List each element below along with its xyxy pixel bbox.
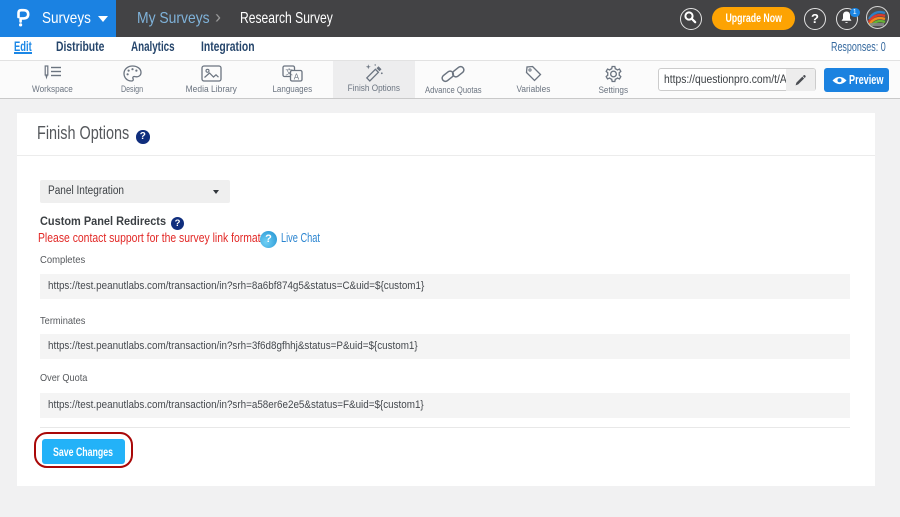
svg-text:文: 文 bbox=[285, 67, 293, 77]
svg-text:A: A bbox=[293, 72, 299, 81]
